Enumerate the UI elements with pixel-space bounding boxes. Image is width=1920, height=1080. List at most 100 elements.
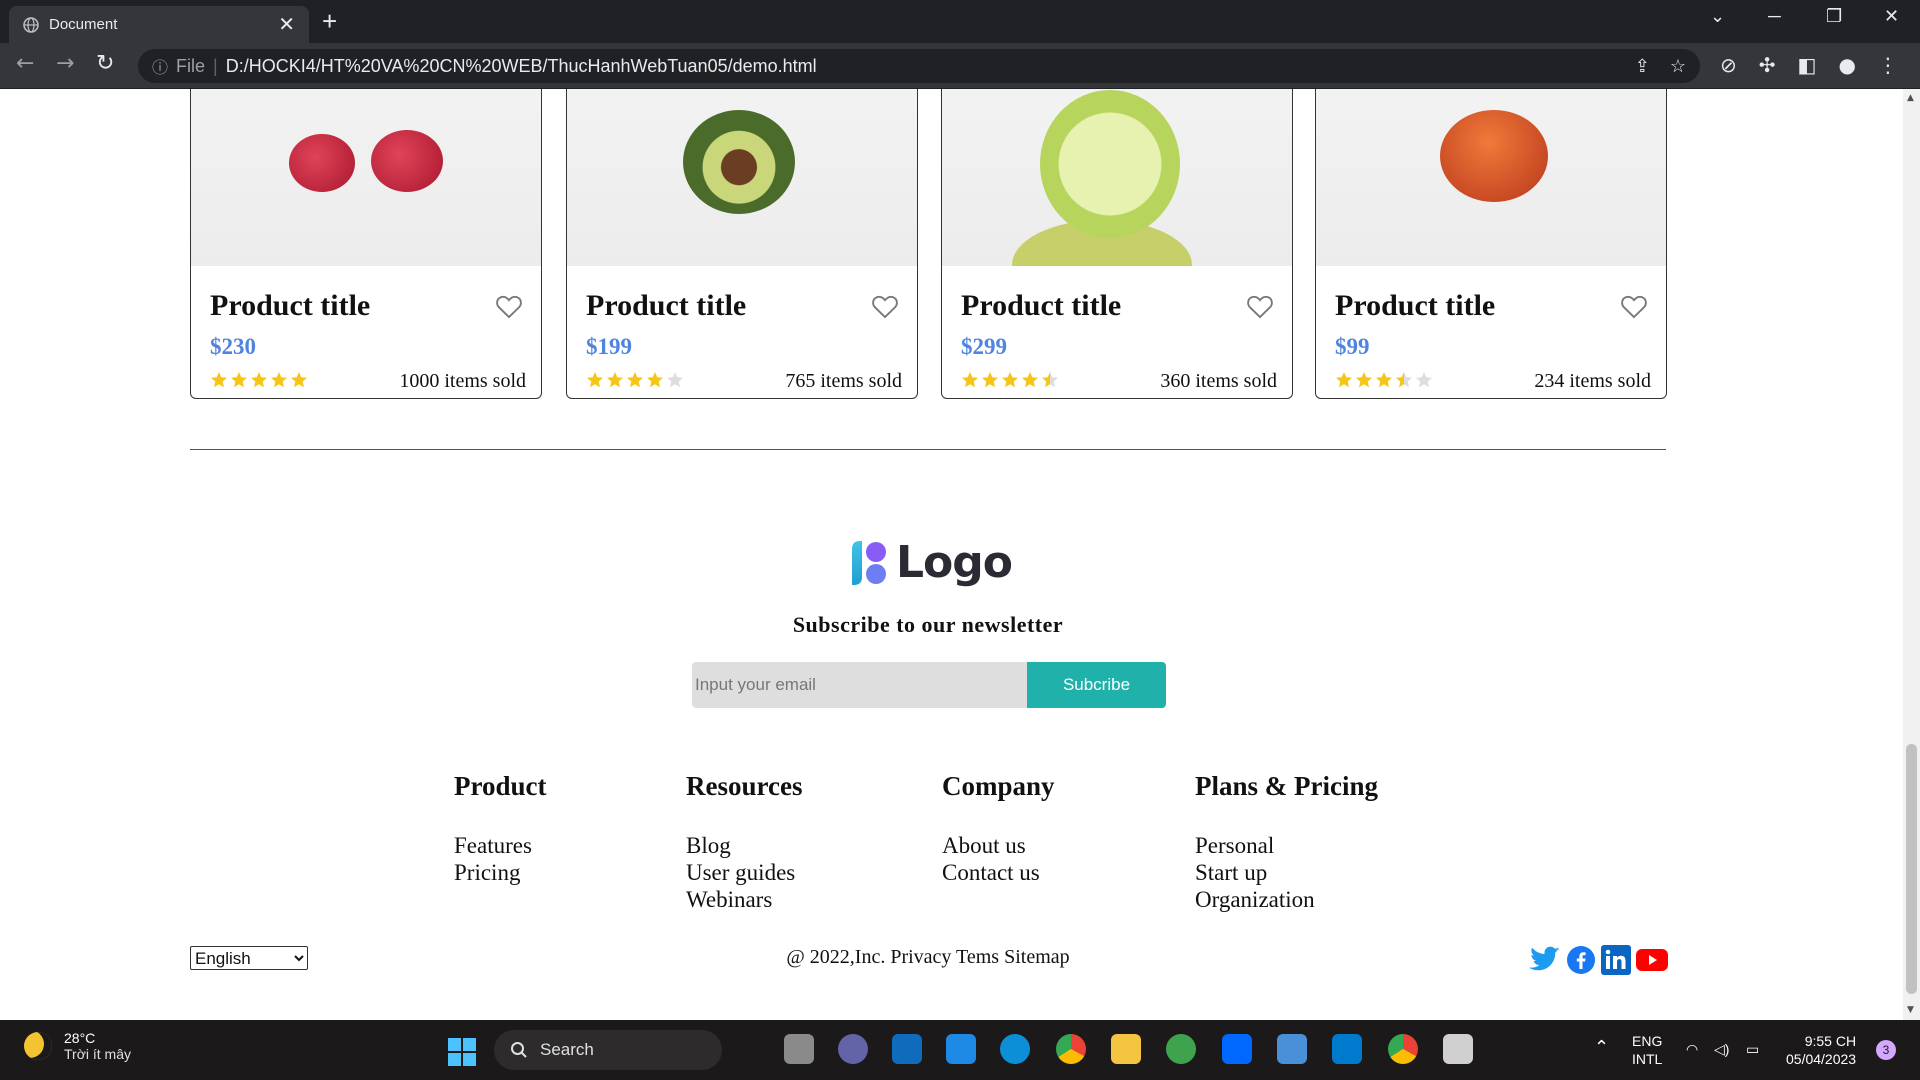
- heart-icon[interactable]: [495, 293, 523, 319]
- moon-weather-icon: [24, 1032, 52, 1060]
- language-code: ENG: [1632, 1033, 1663, 1049]
- close-window-icon[interactable]: ✕: [1884, 6, 1899, 27]
- linkedin-icon[interactable]: [1601, 945, 1631, 975]
- notepad-icon[interactable]: [1277, 1034, 1307, 1064]
- scroll-down-icon[interactable]: ▼: [1907, 1005, 1914, 1015]
- product-image: [191, 89, 541, 266]
- footer-link[interactable]: Organization: [1195, 886, 1378, 913]
- footer-link[interactable]: Start up: [1195, 859, 1378, 886]
- footer-column-plans: Plans & Pricing Personal Start up Organi…: [1195, 771, 1378, 913]
- globe-icon: [23, 16, 39, 33]
- vscode-icon[interactable]: [1332, 1034, 1362, 1064]
- footer-link[interactable]: Blog: [686, 832, 802, 859]
- star-full-icon: [587, 372, 603, 388]
- heart-icon[interactable]: [1246, 293, 1274, 319]
- logo-text: Logo: [896, 537, 1013, 588]
- coccoc-icon[interactable]: [1166, 1034, 1196, 1064]
- product-card[interactable]: Product title $299 360 items sold: [941, 89, 1293, 399]
- product-title[interactable]: Product title: [210, 289, 370, 323]
- product-card[interactable]: Product title $230 1000 items sold: [190, 89, 542, 399]
- product-card[interactable]: Product title $99 234 items sold: [1315, 89, 1667, 399]
- scroll-thumb[interactable]: [1906, 744, 1917, 994]
- star-rating: [961, 371, 1059, 389]
- footer-column-title: Company: [942, 771, 1055, 801]
- forward-arrow-icon[interactable]: →: [56, 52, 74, 76]
- page-scrollbar[interactable]: ▲ ▼: [1903, 89, 1920, 1020]
- teams-chat-icon[interactable]: [838, 1034, 868, 1064]
- volume-icon[interactable]: ◁): [1714, 1040, 1729, 1058]
- notification-badge[interactable]: 3: [1876, 1040, 1896, 1060]
- product-image: [942, 89, 1292, 266]
- star-rating: [1335, 371, 1433, 389]
- search-label: Search: [540, 1040, 594, 1059]
- compass-icon[interactable]: ⊘: [1720, 53, 1737, 77]
- footer-column-resources: Resources Blog User guides Webinars: [686, 771, 802, 913]
- profile-icon[interactable]: ●: [1838, 53, 1855, 77]
- footer-link[interactable]: Contact us: [942, 859, 1055, 886]
- tab-search-icon[interactable]: ⌄: [1710, 6, 1725, 27]
- product-title[interactable]: Product title: [586, 289, 746, 323]
- menu-kebab-icon[interactable]: ⋮: [1878, 53, 1898, 77]
- product-card[interactable]: Product title $199 765 items sold: [566, 89, 918, 399]
- chevron-up-icon[interactable]: ⌃: [1594, 1038, 1609, 1056]
- clock[interactable]: 9:55 CH 05/04/2023: [1786, 1032, 1856, 1068]
- star-half-icon: [1396, 372, 1412, 388]
- footer-link[interactable]: User guides: [686, 859, 802, 886]
- facebook-icon[interactable]: [1566, 945, 1596, 975]
- back-arrow-icon[interactable]: ←: [16, 52, 34, 76]
- subscribe-button[interactable]: Subcribe: [1027, 662, 1166, 708]
- task-view-icon[interactable]: [784, 1034, 814, 1064]
- footer-link[interactable]: Webinars: [686, 886, 802, 913]
- side-panel-icon[interactable]: ◧: [1798, 53, 1817, 77]
- chrome-icon[interactable]: [1056, 1034, 1086, 1064]
- footer-link[interactable]: About us: [942, 832, 1055, 859]
- chrome-active-icon[interactable]: [1388, 1034, 1418, 1064]
- footer-link[interactable]: Personal: [1195, 832, 1378, 859]
- keyboard-layout: INTL: [1632, 1051, 1663, 1067]
- footer-logo[interactable]: Logo: [848, 537, 1013, 588]
- reload-icon[interactable]: ↻: [96, 52, 114, 76]
- restore-icon[interactable]: ❐: [1826, 6, 1842, 27]
- footer-link[interactable]: Pricing: [454, 859, 547, 886]
- product-title[interactable]: Product title: [1335, 289, 1495, 323]
- input-language[interactable]: ENG INTL: [1632, 1032, 1662, 1068]
- heart-icon[interactable]: [871, 293, 899, 319]
- twitter-icon[interactable]: [1529, 946, 1561, 974]
- youtube-icon[interactable]: [1636, 948, 1668, 972]
- logo-mark-icon: [852, 540, 886, 585]
- url-separator: |: [213, 55, 218, 76]
- browser-toolbar: ← → ↻ ⓘ File | D:/HOCKI4/HT%20VA%20CN%20…: [0, 43, 1920, 89]
- scroll-up-icon[interactable]: ▲: [1907, 93, 1914, 103]
- close-tab-icon[interactable]: ✕: [278, 15, 295, 35]
- snipping-tool-icon[interactable]: [1443, 1034, 1473, 1064]
- weather-widget[interactable]: 28°C Trời ít mây: [24, 1030, 131, 1062]
- zalo-icon[interactable]: [1222, 1034, 1252, 1064]
- email-input[interactable]: [692, 662, 1027, 708]
- product-title[interactable]: Product title: [961, 289, 1121, 323]
- bookmark-star-icon[interactable]: ☆: [1670, 56, 1686, 77]
- extensions-icon[interactable]: ✣: [1759, 53, 1776, 77]
- star-full-icon: [647, 372, 663, 388]
- new-tab-button[interactable]: +: [322, 8, 337, 34]
- star-empty-icon: [667, 372, 683, 388]
- star-full-icon: [1376, 372, 1392, 388]
- file-explorer-icon[interactable]: [1111, 1034, 1141, 1064]
- battery-icon[interactable]: ▭: [1746, 1040, 1759, 1058]
- windows-start-icon[interactable]: [448, 1038, 476, 1066]
- mail-icon[interactable]: [946, 1034, 976, 1064]
- browser-tab[interactable]: Document ✕: [9, 6, 309, 43]
- star-full-icon: [231, 372, 247, 388]
- edge-icon[interactable]: [1000, 1034, 1030, 1064]
- product-price: $299: [961, 334, 1007, 359]
- address-bar[interactable]: ⓘ File | D:/HOCKI4/HT%20VA%20CN%20WEB/Th…: [138, 49, 1700, 83]
- wifi-icon[interactable]: ◠: [1686, 1040, 1698, 1058]
- minimize-icon[interactable]: ─: [1768, 6, 1781, 27]
- taskbar-search[interactable]: Search: [494, 1030, 722, 1070]
- footer-link[interactable]: Features: [454, 832, 547, 859]
- weather-description: Trời ít mây: [64, 1046, 131, 1062]
- product-price: $230: [210, 334, 256, 359]
- heart-icon[interactable]: [1620, 293, 1648, 319]
- l-app-icon[interactable]: [892, 1034, 922, 1064]
- info-icon[interactable]: ⓘ: [152, 54, 168, 78]
- share-icon[interactable]: ⇪: [1635, 56, 1650, 77]
